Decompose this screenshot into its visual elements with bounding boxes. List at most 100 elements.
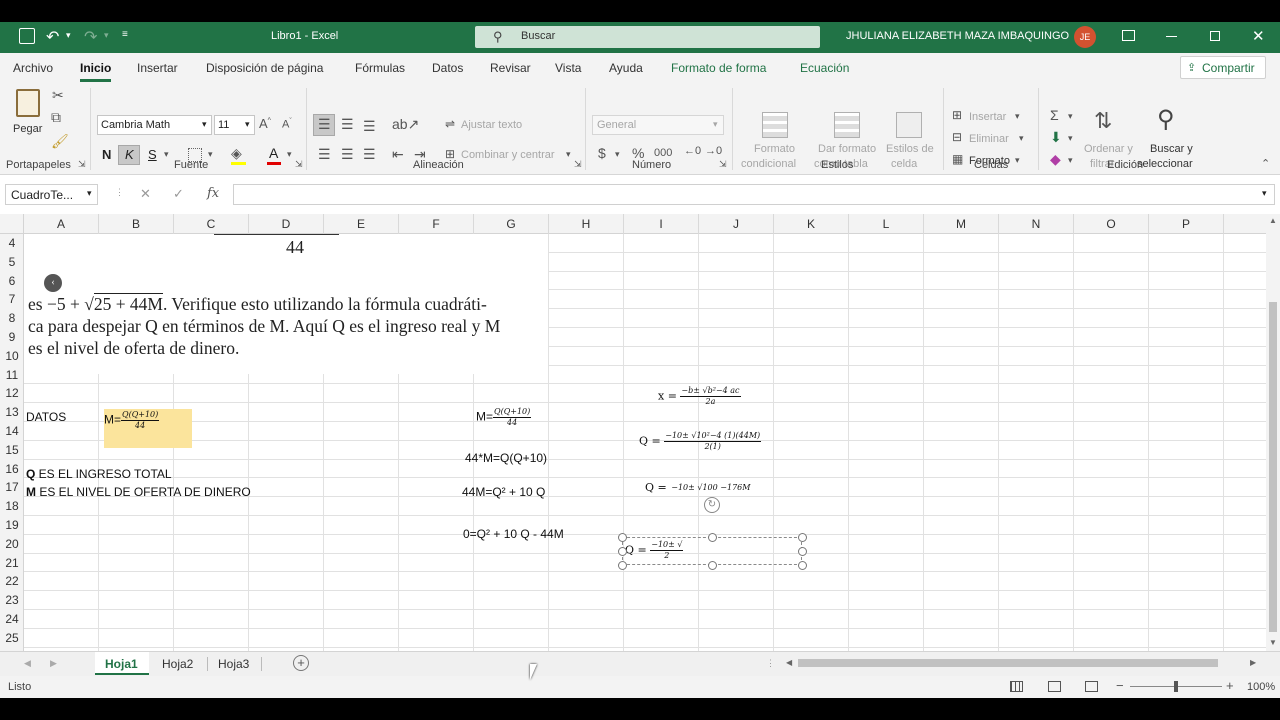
normal-view-icon[interactable] xyxy=(1010,681,1023,692)
tab-vista[interactable]: Vista xyxy=(555,61,581,75)
tab-ecuacion[interactable]: Ecuación xyxy=(800,61,849,75)
underline-dropdown-icon[interactable]: ▾ xyxy=(164,150,169,159)
equation-quadratic[interactable]: x = −b± √b²−4 ac 2a xyxy=(658,386,741,407)
column-header-f[interactable]: F xyxy=(399,214,474,234)
scroll-right-icon[interactable]: ▶ xyxy=(1250,658,1256,667)
insert-function-icon[interactable]: fx xyxy=(207,186,219,201)
row-header-12[interactable]: 12 xyxy=(0,384,24,403)
customize-toolbar-icon[interactable]: ≡ xyxy=(122,29,128,40)
close-icon[interactable]: ✕ xyxy=(1252,27,1265,45)
row-header-18[interactable]: 18 xyxy=(0,497,24,516)
tab-disposicion[interactable]: Disposición de página xyxy=(206,61,323,75)
format-painter-icon[interactable]: 🖌 xyxy=(51,134,69,148)
increase-decimal-icon[interactable]: ←0 xyxy=(684,146,701,157)
row-header-21[interactable]: 21 xyxy=(0,554,24,573)
format-dropdown-icon[interactable]: ▾ xyxy=(1015,156,1020,165)
avatar[interactable]: JE xyxy=(1074,26,1096,48)
zoom-level[interactable]: 100% xyxy=(1247,681,1275,693)
tab-formato-forma[interactable]: Formato de forma xyxy=(671,61,766,75)
resize-handle-br[interactable] xyxy=(798,561,807,570)
equation-g12[interactable]: M= Q(Q+10) 44 xyxy=(476,407,532,428)
borders-dropdown-icon[interactable]: ▾ xyxy=(208,150,213,159)
grow-font-icon[interactable]: A^ xyxy=(259,117,271,130)
row-header-14[interactable]: 14 xyxy=(0,422,24,441)
shrink-font-icon[interactable]: Aˇ xyxy=(282,118,292,131)
find-search-icon[interactable]: ⚲ xyxy=(1157,108,1175,132)
row-header-23[interactable]: 23 xyxy=(0,591,24,610)
clear-icon[interactable]: ◆ xyxy=(1050,152,1061,166)
row-header-5[interactable]: 5 xyxy=(0,253,24,272)
row-header-15[interactable]: 15 xyxy=(0,441,24,460)
row-header-19[interactable]: 19 xyxy=(0,516,24,535)
tab-splitter-icon[interactable]: ⋮ xyxy=(766,658,775,669)
orientation-icon[interactable]: ab↗ xyxy=(392,117,419,131)
resize-handle-tm[interactable] xyxy=(708,533,717,542)
scroll-thumb[interactable] xyxy=(1269,302,1277,632)
row-header-13[interactable]: 13 xyxy=(0,403,24,422)
currency-icon[interactable]: $ xyxy=(598,146,606,160)
clear-dropdown-icon[interactable]: ▾ xyxy=(1068,156,1073,165)
add-sheet-icon[interactable]: + xyxy=(293,655,309,671)
tab-ayuda[interactable]: Ayuda xyxy=(609,61,643,75)
column-header-o[interactable]: O xyxy=(1074,214,1149,234)
textbook-image[interactable]: 44 ‹ es −5 + √25 + 44M. Verifique esto u… xyxy=(24,234,548,374)
equation-simplified[interactable]: Q = −10± √100 −176M xyxy=(645,481,751,494)
paste-button[interactable]: Pegar xyxy=(10,86,46,142)
minimize-icon[interactable] xyxy=(1166,36,1177,37)
align-middle-icon[interactable]: ☰ xyxy=(341,117,354,131)
page-layout-view-icon[interactable] xyxy=(1048,681,1061,692)
row-header-4[interactable]: 4 xyxy=(0,234,24,253)
column-header-l[interactable]: L xyxy=(849,214,924,234)
enter-icon[interactable]: ✓ xyxy=(173,186,184,202)
page-break-view-icon[interactable] xyxy=(1085,681,1098,692)
font-name-select[interactable]: Cambria Math ▾ xyxy=(97,115,212,135)
font-color-icon[interactable]: A xyxy=(269,146,278,160)
decrease-decimal-icon[interactable]: →0 xyxy=(705,146,722,157)
row-header-11[interactable]: 11 xyxy=(0,366,24,385)
horizontal-scrollbar[interactable]: ◀ ▶ xyxy=(784,656,1262,670)
rotate-handle-icon[interactable]: ↻ xyxy=(704,497,720,513)
fill-icon[interactable]: ⬇ xyxy=(1050,130,1062,144)
cell-a12[interactable]: DATOS xyxy=(26,410,66,424)
search-box[interactable]: ⚲ Buscar xyxy=(475,26,820,48)
row-header-9[interactable]: 9 xyxy=(0,328,24,347)
worksheet-grid[interactable]: 44 ‹ es −5 + √25 + 44M. Verifique esto u… xyxy=(24,234,1266,651)
fill-color-icon[interactable]: ◈ xyxy=(231,146,242,160)
row-header-6[interactable]: 6 xyxy=(0,272,24,291)
collapse-ribbon-icon[interactable]: ⌃ xyxy=(1261,159,1270,170)
column-header-k[interactable]: K xyxy=(774,214,849,234)
column-header-b[interactable]: B xyxy=(99,214,174,234)
sheet-tab-hoja3[interactable]: Hoja3 xyxy=(218,657,249,671)
tab-datos[interactable]: Datos xyxy=(432,61,463,75)
scroll-left-icon[interactable]: ◀ xyxy=(786,658,792,667)
expand-formula-icon[interactable]: ▾ xyxy=(1262,188,1267,199)
font-launcher-icon[interactable]: ⇲ xyxy=(295,160,303,169)
column-header-e[interactable]: E xyxy=(324,214,399,234)
prev-sheet-icon[interactable]: ◀ xyxy=(24,658,31,669)
row-header-7[interactable]: 7 xyxy=(0,290,24,309)
column-header-i[interactable]: I xyxy=(624,214,699,234)
row-header-17[interactable]: 17 xyxy=(0,478,24,497)
scroll-up-icon[interactable]: ▲ xyxy=(1269,216,1277,225)
resize-handle-tl[interactable] xyxy=(618,533,627,542)
scroll-down-icon[interactable]: ▼ xyxy=(1269,638,1277,647)
number-launcher-icon[interactable]: ⇲ xyxy=(719,160,727,169)
resize-handle-bl[interactable] xyxy=(618,561,627,570)
row-header-20[interactable]: 20 xyxy=(0,535,24,554)
cell-a16[interactable]: M ES EL NIVEL DE OFERTA DE DINERO xyxy=(26,485,251,499)
user-name[interactable]: JHULIANA ELIZABETH MAZA IMBAQUINGO xyxy=(846,30,1069,42)
resize-handle-ml[interactable] xyxy=(618,547,627,556)
column-header-p[interactable]: P xyxy=(1149,214,1224,234)
cancel-icon[interactable]: ✕ xyxy=(140,186,151,202)
decrease-indent-icon[interactable]: ⇤ xyxy=(392,147,404,161)
cell-a15[interactable]: Q ES EL INGRESO TOTAL xyxy=(26,467,172,481)
resize-handle-bm[interactable] xyxy=(708,561,717,570)
copy-icon[interactable]: ⧉ xyxy=(51,110,61,124)
font-color-dropdown-icon[interactable]: ▾ xyxy=(287,150,292,159)
format-cells-icon[interactable]: ▦ xyxy=(952,153,963,165)
equation-substituted[interactable]: Q = −10± √10²−4 (1)(44M) 2(1) xyxy=(639,431,762,452)
underline-button[interactable]: S xyxy=(148,148,157,161)
share-button[interactable]: ⇪ Compartir xyxy=(1180,56,1266,79)
name-box[interactable]: CuadroTe... ▾ xyxy=(5,184,98,205)
sheet-tab-hoja2[interactable]: Hoja2 xyxy=(162,657,193,671)
